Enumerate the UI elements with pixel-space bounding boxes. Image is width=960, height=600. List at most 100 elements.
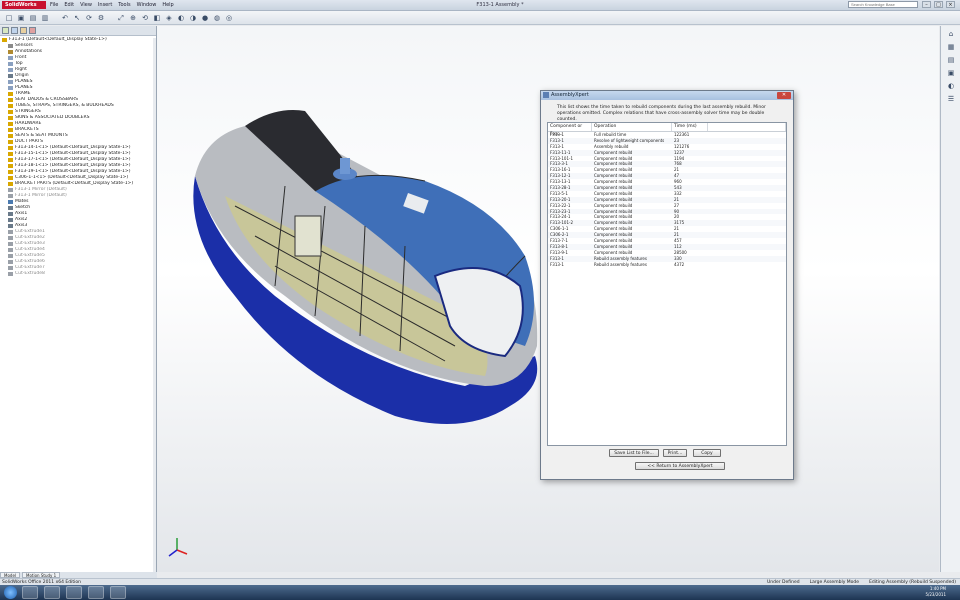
view-settings-icon[interactable]: ◎ xyxy=(224,13,234,23)
component-icon xyxy=(8,200,13,204)
start-button[interactable] xyxy=(4,586,17,599)
column-time[interactable]: Time (ms) xyxy=(672,123,708,131)
copy-button[interactable]: Copy xyxy=(693,449,721,457)
undo-icon[interactable]: ↶ xyxy=(60,13,70,23)
table-body: F313-1 Full rebuild time 122361 F313-1 Resol… xyxy=(548,132,786,267)
menu-file[interactable]: File xyxy=(50,1,58,9)
design-library-icon[interactable]: ▦ xyxy=(946,42,956,52)
rotate-icon[interactable]: ⟲ xyxy=(140,13,150,23)
display-manager-tab-icon[interactable] xyxy=(29,27,36,34)
network-icon[interactable] xyxy=(110,586,126,599)
print-button[interactable]: Print... xyxy=(663,449,687,457)
graphics-viewport[interactable]: AssemblyXpert ✕ This list shows the time… xyxy=(157,26,939,572)
component-icon xyxy=(8,140,13,144)
component-icon xyxy=(8,62,13,66)
menu-tools[interactable]: Tools xyxy=(118,1,130,9)
column-extra[interactable] xyxy=(708,123,786,131)
hide-show-icon[interactable]: ◑ xyxy=(188,13,198,23)
table-row[interactable]: F313-1 Rebuild assembly features 4372 xyxy=(548,262,786,268)
component-icon xyxy=(8,206,13,210)
tree-list: F313-1 (Default<Default_Display State-1>… xyxy=(0,37,156,277)
view-orient-icon[interactable]: ◈ xyxy=(164,13,174,23)
close-button[interactable]: × xyxy=(946,1,955,8)
open-icon[interactable]: ▣ xyxy=(16,13,26,23)
feature-manager-tree: F313-1 (Default<Default_Display State-1>… xyxy=(0,26,157,572)
component-icon xyxy=(8,188,13,192)
media-icon[interactable] xyxy=(66,586,82,599)
dialog-title: AssemblyXpert xyxy=(541,91,793,100)
helicopter-fuselage-model[interactable] xyxy=(165,86,545,436)
return-to-assemblyxpert-button[interactable]: << Return to AssemblyXpert xyxy=(635,462,725,470)
section-icon[interactable]: ◧ xyxy=(152,13,162,23)
component-icon xyxy=(8,104,13,108)
component-icon xyxy=(8,80,13,84)
component-icon xyxy=(8,44,13,48)
system-clock[interactable]: 1:40 PM 5/23/2011 xyxy=(925,586,946,598)
configuration-manager-tab-icon[interactable] xyxy=(20,27,27,34)
property-manager-tab-icon[interactable] xyxy=(11,27,18,34)
component-icon xyxy=(8,92,13,96)
menu-edit[interactable]: Edit xyxy=(64,1,74,9)
explorer-icon[interactable] xyxy=(44,586,60,599)
menu-view[interactable]: View xyxy=(80,1,92,9)
zoom-fit-icon[interactable]: ⤢ xyxy=(116,13,126,23)
window-controls: – □ × xyxy=(922,1,955,8)
print-icon[interactable]: ▥ xyxy=(40,13,50,23)
menu-bar: File Edit View Insert Tools Window Help xyxy=(50,1,174,9)
new-icon[interactable]: □ xyxy=(4,13,14,23)
clock-date: 5/23/2011 xyxy=(925,592,946,597)
zoom-area-icon[interactable]: ⊕ xyxy=(128,13,138,23)
component-icon xyxy=(8,224,13,228)
component-icon xyxy=(8,260,13,264)
solidworks-logo[interactable]: SolidWorks xyxy=(2,1,46,9)
feature-manager-tab-icon[interactable] xyxy=(2,27,9,34)
rebuild-time-table[interactable]: Component or Fea... Operation Time (ms) … xyxy=(547,122,787,446)
component-icon xyxy=(8,170,13,174)
component-icon xyxy=(8,242,13,246)
component-icon xyxy=(8,230,13,234)
save-icon[interactable]: ▤ xyxy=(28,13,38,23)
component-icon xyxy=(8,194,13,198)
component-icon xyxy=(8,254,13,258)
solidworks-icon[interactable] xyxy=(88,586,104,599)
menu-insert[interactable]: Insert xyxy=(98,1,112,9)
component-icon xyxy=(8,182,13,186)
display-style-icon[interactable]: ◐ xyxy=(176,13,186,23)
appearance-icon[interactable]: ● xyxy=(200,13,210,23)
scene-icon[interactable]: ◍ xyxy=(212,13,222,23)
title-bar: SolidWorks File Edit View Insert Tools W… xyxy=(0,0,960,11)
ie-icon[interactable] xyxy=(22,586,38,599)
component-icon xyxy=(8,266,13,270)
column-component[interactable]: Component or Fea... xyxy=(548,123,592,137)
search-input[interactable] xyxy=(848,1,918,8)
assemblyxpert-dialog: AssemblyXpert ✕ This list shows the time… xyxy=(540,90,794,480)
appearances-icon[interactable]: ◐ xyxy=(946,81,956,91)
component-icon xyxy=(8,116,13,120)
home-icon[interactable]: ⌂ xyxy=(946,29,956,39)
table-cell xyxy=(708,262,786,268)
component-icon xyxy=(8,218,13,222)
table-cell: F313-1 xyxy=(550,261,564,267)
options-icon[interactable]: ⚙ xyxy=(96,13,106,23)
menu-help[interactable]: Help xyxy=(162,1,173,9)
view-palette-icon[interactable]: ▣ xyxy=(946,68,956,78)
tree-scrollbar[interactable] xyxy=(153,38,156,572)
table-header: Component or Fea... Operation Time (ms) xyxy=(548,123,786,137)
windows-taskbar: 1:40 PM 5/23/2011 xyxy=(0,585,960,600)
minimize-button[interactable]: – xyxy=(922,1,931,8)
maximize-button[interactable]: □ xyxy=(934,1,943,8)
select-icon[interactable]: ↖ xyxy=(72,13,82,23)
save-list-button[interactable]: Save List to File... xyxy=(609,449,659,457)
custom-properties-icon[interactable]: ☰ xyxy=(946,94,956,104)
view-triad-icon xyxy=(168,538,188,557)
column-operation[interactable]: Operation xyxy=(592,123,672,131)
rebuild-icon[interactable]: ⟳ xyxy=(84,13,94,23)
dialog-close-button[interactable]: ✕ xyxy=(777,92,791,99)
menu-window[interactable]: Window xyxy=(137,1,157,9)
file-explorer-icon[interactable]: ▤ xyxy=(946,55,956,65)
component-icon xyxy=(8,176,13,180)
component-icon xyxy=(8,56,13,60)
component-icon xyxy=(8,152,13,156)
component-icon xyxy=(8,74,13,78)
tree-item[interactable]: Cut-Extrude8 xyxy=(0,271,156,277)
